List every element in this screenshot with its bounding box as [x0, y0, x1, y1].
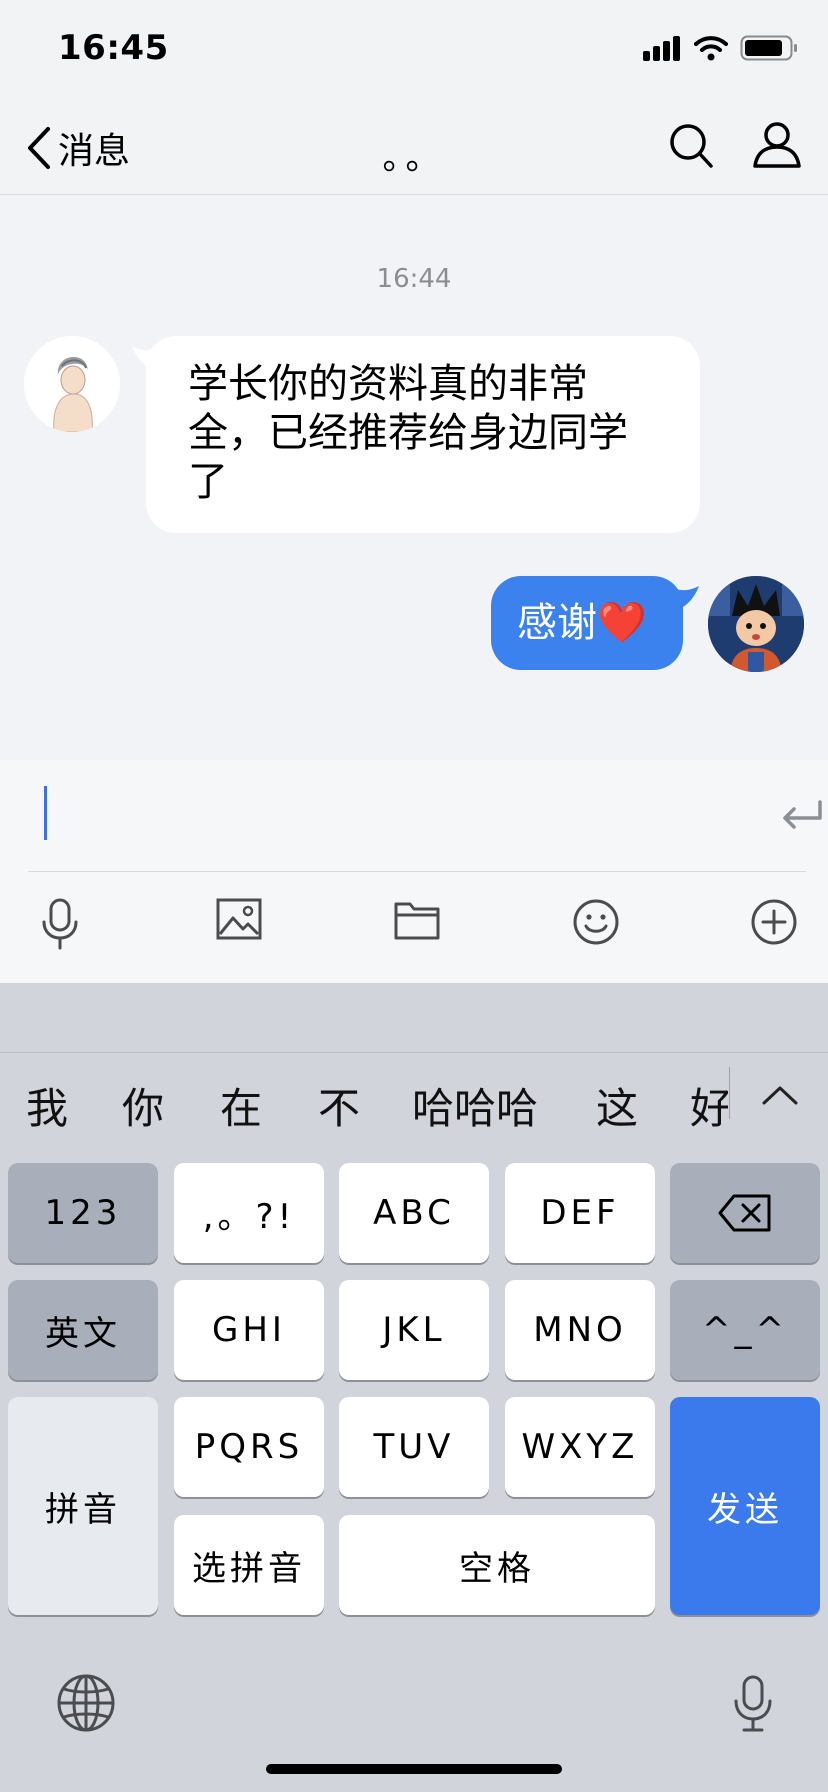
candidate-divider	[729, 1067, 730, 1119]
contact-avatar[interactable]	[24, 336, 120, 432]
my-avatar-image	[708, 576, 804, 672]
battery-icon	[740, 35, 797, 61]
key-wxyz[interactable]: WXYZ	[505, 1397, 655, 1497]
backspace-icon	[718, 1194, 771, 1232]
incoming-message-bubble[interactable]: 学长你的资料真的非常全，已经推荐给身边同学了	[132, 336, 700, 533]
key-mno[interactable]: MNO	[505, 1280, 655, 1380]
dictation-mic-icon[interactable]	[732, 1675, 774, 1733]
candidate-word[interactable]: 我	[26, 1075, 68, 1136]
key-english[interactable]: 英文	[8, 1280, 158, 1380]
candidate-word[interactable]: 这	[596, 1075, 638, 1136]
candidate-word[interactable]: 好	[690, 1075, 728, 1136]
search-icon[interactable]	[668, 122, 714, 170]
add-icon[interactable]	[750, 898, 798, 946]
emoji-icon[interactable]	[572, 898, 620, 946]
space-key[interactable]: 空格	[339, 1515, 655, 1615]
keyboard-top-strip	[0, 983, 828, 1053]
keyboard: 我 你 在 不 哈哈哈 这 好 123 ,。?! ABC DEF 英文 GHI …	[0, 983, 828, 1792]
home-indicator	[266, 1764, 562, 1774]
delete-key[interactable]	[670, 1163, 820, 1263]
key-abc[interactable]: ABC	[339, 1163, 489, 1263]
key-pinyin[interactable]: 拼音	[8, 1397, 158, 1615]
candidate-word[interactable]: 哈哈哈	[412, 1075, 538, 1136]
folder-icon[interactable]	[394, 898, 440, 942]
message-input[interactable]	[28, 760, 822, 872]
mic-icon[interactable]	[40, 898, 80, 950]
key-jkl[interactable]: JKL	[339, 1280, 489, 1380]
contact-avatar-image	[24, 336, 120, 432]
status-bar: 16:45	[0, 0, 828, 100]
key-tuv[interactable]: TUV	[339, 1397, 489, 1497]
chat-area[interactable]: 16:44 学长你的资料真的非常全，已经推荐给身边同学了 感谢❤️	[0, 196, 828, 760]
key-pqrs[interactable]: PQRS	[174, 1397, 324, 1497]
input-area	[0, 760, 828, 983]
input-toolbar	[0, 878, 828, 983]
wifi-icon	[694, 36, 728, 61]
globe-icon[interactable]	[56, 1673, 116, 1733]
return-icon[interactable]	[780, 798, 824, 830]
incoming-message-text: 学长你的资料真的非常全，已经推荐给身边同学了	[188, 361, 628, 505]
chevron-up-icon[interactable]	[760, 1083, 800, 1107]
nav-bar: 消息 。。	[0, 100, 828, 195]
send-key[interactable]: 发送	[670, 1397, 820, 1615]
text-caret	[44, 786, 47, 840]
candidate-word[interactable]: 不	[318, 1075, 360, 1136]
status-time: 16:45	[58, 28, 169, 68]
my-avatar[interactable]	[708, 576, 804, 672]
bubble-tail	[673, 586, 699, 612]
signal-icon	[643, 36, 680, 61]
profile-icon[interactable]	[752, 120, 802, 170]
status-icons	[642, 34, 798, 62]
key-select-pinyin[interactable]: 选拼音	[174, 1515, 324, 1615]
key-emoticon[interactable]: ^_^	[670, 1280, 820, 1380]
key-punctuation[interactable]: ,。?!	[174, 1163, 324, 1263]
candidate-word[interactable]: 你	[122, 1075, 164, 1136]
key-def[interactable]: DEF	[505, 1163, 655, 1263]
candidate-bar: 我 你 在 不 哈哈哈 这 好	[0, 1053, 828, 1153]
candidate-word[interactable]: 在	[220, 1075, 262, 1136]
image-icon[interactable]	[216, 898, 262, 942]
message-timestamp: 16:44	[376, 264, 452, 294]
key-ghi[interactable]: GHI	[174, 1280, 324, 1380]
outgoing-message-bubble[interactable]: 感谢❤️	[491, 576, 699, 670]
key-123[interactable]: 123	[8, 1163, 158, 1263]
outgoing-message-text: 感谢❤️	[517, 600, 647, 646]
bubble-tail	[132, 346, 156, 372]
